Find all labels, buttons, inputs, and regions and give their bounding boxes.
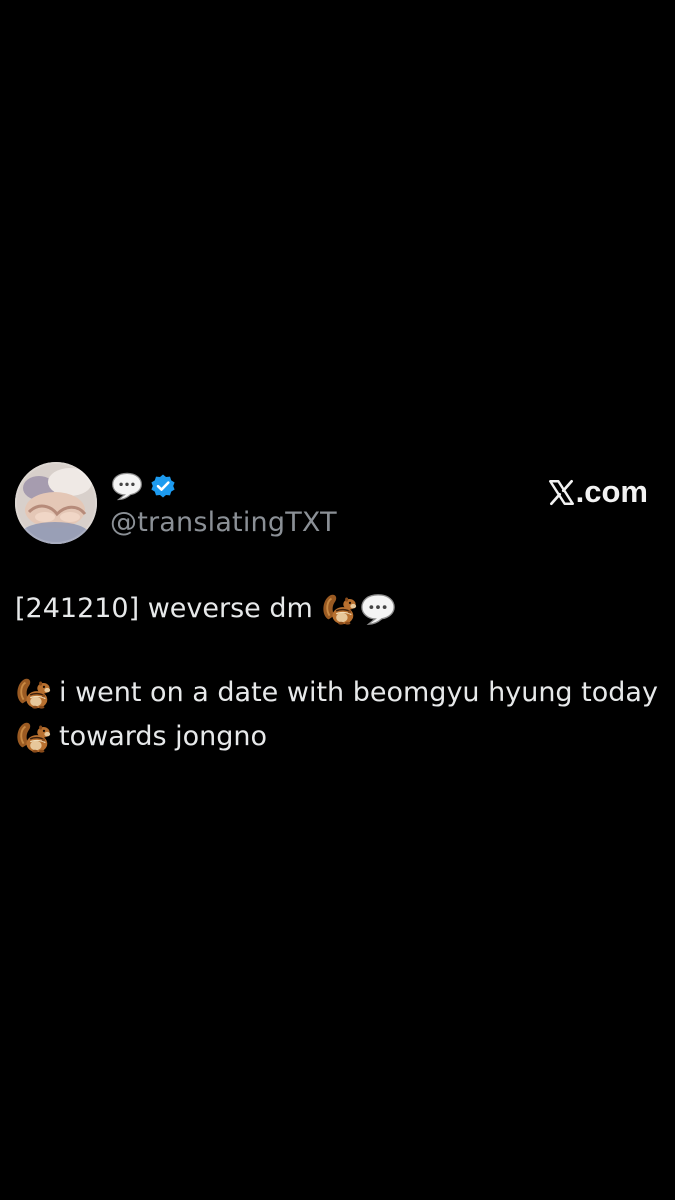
avatar-photo-icon: [15, 462, 97, 544]
speech-balloon-icon: [359, 591, 397, 627]
user-handle[interactable]: @translatingTXT: [110, 507, 337, 538]
x-brand[interactable]: .com: [548, 474, 648, 510]
line-break: [15, 631, 665, 671]
tweet-line-2: i went on a date with beomgyu hyung toda…: [15, 671, 665, 715]
chipmunk-icon: [321, 591, 359, 627]
tweet-text: [241210] weverse dm i went on a date wit…: [15, 587, 665, 759]
brand-domain: .com: [575, 474, 648, 509]
chipmunk-icon: [15, 719, 53, 755]
chipmunk-icon: [15, 675, 53, 711]
tweet-line-1: [241210] weverse dm: [15, 587, 665, 631]
tweet-line-1-text: [241210] weverse dm: [15, 593, 313, 624]
tweet-line-3-text: towards jongno: [59, 721, 268, 752]
verified-badge-icon: [151, 474, 175, 498]
display-name[interactable]: [110, 468, 176, 504]
tweet-line-3: towards jongno: [15, 715, 665, 759]
speech-balloon-icon: [110, 470, 144, 502]
avatar[interactable]: [15, 462, 97, 544]
x-logo-icon: [548, 479, 574, 505]
tweet-line-2-text: i went on a date with beomgyu hyung toda…: [59, 677, 658, 708]
